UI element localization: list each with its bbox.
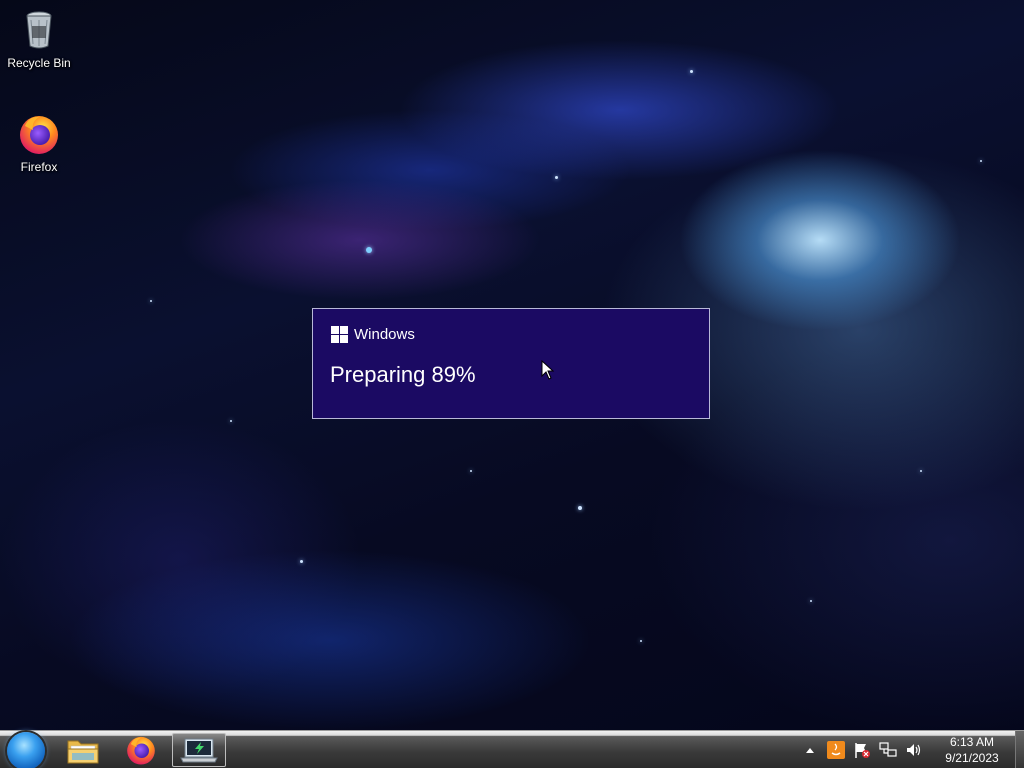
show-hidden-icons-chevron-icon[interactable] bbox=[800, 740, 820, 760]
star bbox=[640, 640, 642, 642]
star bbox=[555, 176, 558, 179]
star bbox=[578, 506, 582, 510]
start-orb-icon[interactable] bbox=[7, 732, 45, 768]
show-desktop-button[interactable] bbox=[1015, 731, 1024, 768]
firefox-icon bbox=[127, 736, 155, 765]
star bbox=[470, 470, 472, 472]
action-center-flag-icon[interactable] bbox=[852, 740, 872, 760]
windows-logo-icon bbox=[331, 326, 348, 343]
clock-time: 6:13 AM bbox=[949, 735, 995, 749]
network-icon[interactable] bbox=[878, 740, 898, 760]
star bbox=[150, 300, 152, 302]
volume-icon[interactable] bbox=[904, 740, 924, 760]
taskbar-file-explorer-button[interactable] bbox=[57, 733, 109, 767]
dialog-brand-label: Windows bbox=[354, 326, 415, 343]
desktop-icon-label: Recycle Bin bbox=[7, 56, 71, 70]
desktop-icon-label: Firefox bbox=[20, 160, 58, 174]
taskbar: 6:13 AM 9/21/2023 bbox=[0, 730, 1024, 768]
dialog-brand: Windows bbox=[331, 326, 415, 343]
windows-preparing-dialog: Windows Preparing 89% bbox=[312, 308, 710, 419]
taskbar-clock[interactable]: 6:13 AM 9/21/2023 bbox=[937, 734, 1007, 766]
clock-date: 9/21/2023 bbox=[945, 751, 999, 765]
star bbox=[920, 470, 922, 472]
firefox-icon bbox=[17, 112, 61, 156]
system-tray: 6:13 AM 9/21/2023 bbox=[797, 731, 1024, 768]
star bbox=[690, 70, 693, 73]
star bbox=[810, 600, 812, 602]
desktop: Recycle Bin Firefox Windows Preparing 89… bbox=[0, 0, 1024, 768]
preparing-status-text: Preparing 89% bbox=[330, 362, 476, 387]
desktop-icon-recycle-bin[interactable]: Recycle Bin bbox=[4, 8, 74, 70]
taskbar-upgrade-button[interactable] bbox=[172, 733, 226, 767]
mouse-cursor-icon bbox=[541, 359, 555, 384]
star bbox=[980, 160, 982, 162]
star bbox=[366, 247, 372, 253]
desktop-icon-firefox[interactable]: Firefox bbox=[4, 112, 74, 174]
star bbox=[230, 420, 232, 422]
star bbox=[300, 560, 303, 563]
folder-icon bbox=[67, 740, 99, 764]
recycle-bin-icon bbox=[17, 8, 61, 52]
taskbar-firefox-button[interactable] bbox=[115, 733, 167, 767]
upgrade-laptop-icon bbox=[180, 738, 218, 763]
java-update-icon[interactable] bbox=[826, 740, 846, 760]
